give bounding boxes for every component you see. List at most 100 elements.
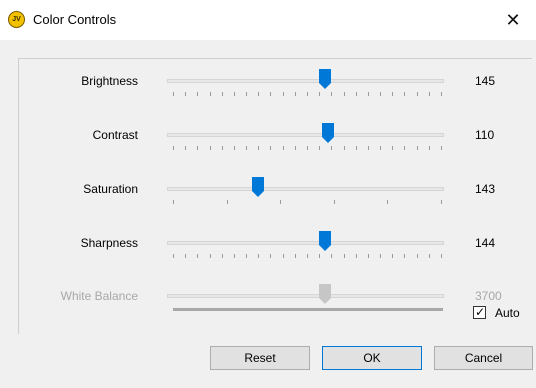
tick-mark xyxy=(334,200,335,204)
tick-mark xyxy=(197,254,198,258)
tick-mark xyxy=(380,254,381,258)
saturation-slider-thumb[interactable] xyxy=(252,177,265,197)
auto-label: Auto xyxy=(495,306,520,320)
tick-mark xyxy=(185,254,186,258)
window-title: Color Controls xyxy=(33,12,117,27)
tick-mark xyxy=(258,254,259,258)
tick-mark xyxy=(270,146,271,150)
tick-mark xyxy=(234,254,235,258)
tick-mark xyxy=(270,254,271,258)
tick-mark xyxy=(356,254,357,258)
tick-mark xyxy=(368,254,369,258)
tick-mark xyxy=(210,254,211,258)
ok-button[interactable]: OK xyxy=(322,346,422,370)
tick-mark xyxy=(404,146,405,150)
white-balance-value: 3700 xyxy=(475,289,502,303)
contrast-label: Contrast xyxy=(92,128,138,142)
tick-mark xyxy=(331,254,332,258)
tick-mark xyxy=(227,200,228,204)
sharpness-value: 144 xyxy=(475,236,496,250)
tick-mark xyxy=(222,254,223,258)
saturation-row: Saturation 143 xyxy=(0,174,536,214)
tick-mark xyxy=(222,92,223,96)
cancel-button[interactable]: Cancel xyxy=(434,346,533,370)
tick-mark xyxy=(387,200,388,204)
tick-mark xyxy=(441,92,442,96)
tick-mark xyxy=(344,254,345,258)
white-balance-slider-thumb xyxy=(318,284,331,304)
tick-mark xyxy=(429,254,430,258)
tick-mark xyxy=(319,254,320,258)
tick-mark xyxy=(441,254,442,258)
tick-mark xyxy=(295,92,296,96)
tick-mark xyxy=(417,254,418,258)
close-button[interactable]: ✕ xyxy=(490,0,536,40)
tick-mark xyxy=(368,92,369,96)
brightness-slider-thumb[interactable] xyxy=(318,69,331,89)
tick-mark xyxy=(173,92,174,96)
brightness-label: Brightness xyxy=(81,74,138,88)
sharpness-slider-track[interactable] xyxy=(167,241,444,245)
contrast-value: 110 xyxy=(475,128,495,142)
reset-button[interactable]: Reset xyxy=(210,346,310,370)
tick-mark xyxy=(441,146,442,150)
white-balance-row: White Balance 3700 xyxy=(0,281,536,321)
tick-mark xyxy=(429,92,430,96)
app-logo-icon: JV xyxy=(8,11,25,28)
tick-mark xyxy=(270,92,271,96)
tick-mark xyxy=(197,92,198,96)
saturation-value: 143 xyxy=(475,182,496,196)
tick-mark xyxy=(283,254,284,258)
tick-mark xyxy=(280,200,281,204)
tick-mark xyxy=(258,146,259,150)
tick-mark xyxy=(307,254,308,258)
tick-mark xyxy=(246,92,247,96)
tick-mark xyxy=(344,146,345,150)
tick-mark xyxy=(258,92,259,96)
white-balance-slider-track xyxy=(167,294,444,298)
tick-mark xyxy=(417,146,418,150)
saturation-label: Saturation xyxy=(83,182,138,196)
tick-mark xyxy=(380,146,381,150)
tick-mark xyxy=(185,146,186,150)
contrast-slider-track[interactable] xyxy=(167,133,444,137)
white-balance-label: White Balance xyxy=(60,289,138,303)
sharpness-slider-thumb[interactable] xyxy=(318,231,331,251)
brightness-value: 145 xyxy=(475,74,496,88)
saturation-tick-marks xyxy=(173,200,442,205)
brightness-tick-marks xyxy=(173,92,442,97)
tick-mark xyxy=(246,254,247,258)
tick-mark xyxy=(173,146,174,150)
contrast-tick-marks xyxy=(173,146,442,151)
saturation-slider-track[interactable] xyxy=(167,187,444,191)
tick-mark xyxy=(210,146,211,150)
tick-mark xyxy=(319,146,320,150)
tick-mark xyxy=(356,146,357,150)
sharpness-label: Sharpness xyxy=(80,236,138,250)
contrast-slider-thumb[interactable] xyxy=(321,123,334,143)
tick-mark xyxy=(331,92,332,96)
tick-mark xyxy=(307,92,308,96)
tick-mark xyxy=(392,92,393,96)
tick-mark xyxy=(331,146,332,150)
checkmark-icon: ✓ xyxy=(475,305,486,319)
tick-mark xyxy=(295,146,296,150)
tick-mark xyxy=(246,146,247,150)
contrast-row: Contrast 110 xyxy=(0,120,536,160)
tick-mark xyxy=(197,146,198,150)
auto-checkbox[interactable]: ✓ xyxy=(473,305,486,319)
tick-mark xyxy=(234,92,235,96)
tick-mark xyxy=(319,92,320,96)
white-balance-range-line xyxy=(173,308,443,311)
tick-mark xyxy=(392,254,393,258)
tick-mark xyxy=(380,92,381,96)
tick-mark xyxy=(210,92,211,96)
tick-mark xyxy=(441,200,442,204)
tick-mark xyxy=(392,146,393,150)
brightness-slider-track[interactable] xyxy=(167,79,444,83)
tick-mark xyxy=(173,200,174,204)
tick-mark xyxy=(185,92,186,96)
tick-mark xyxy=(344,92,345,96)
tick-mark xyxy=(234,146,235,150)
tick-mark xyxy=(295,254,296,258)
